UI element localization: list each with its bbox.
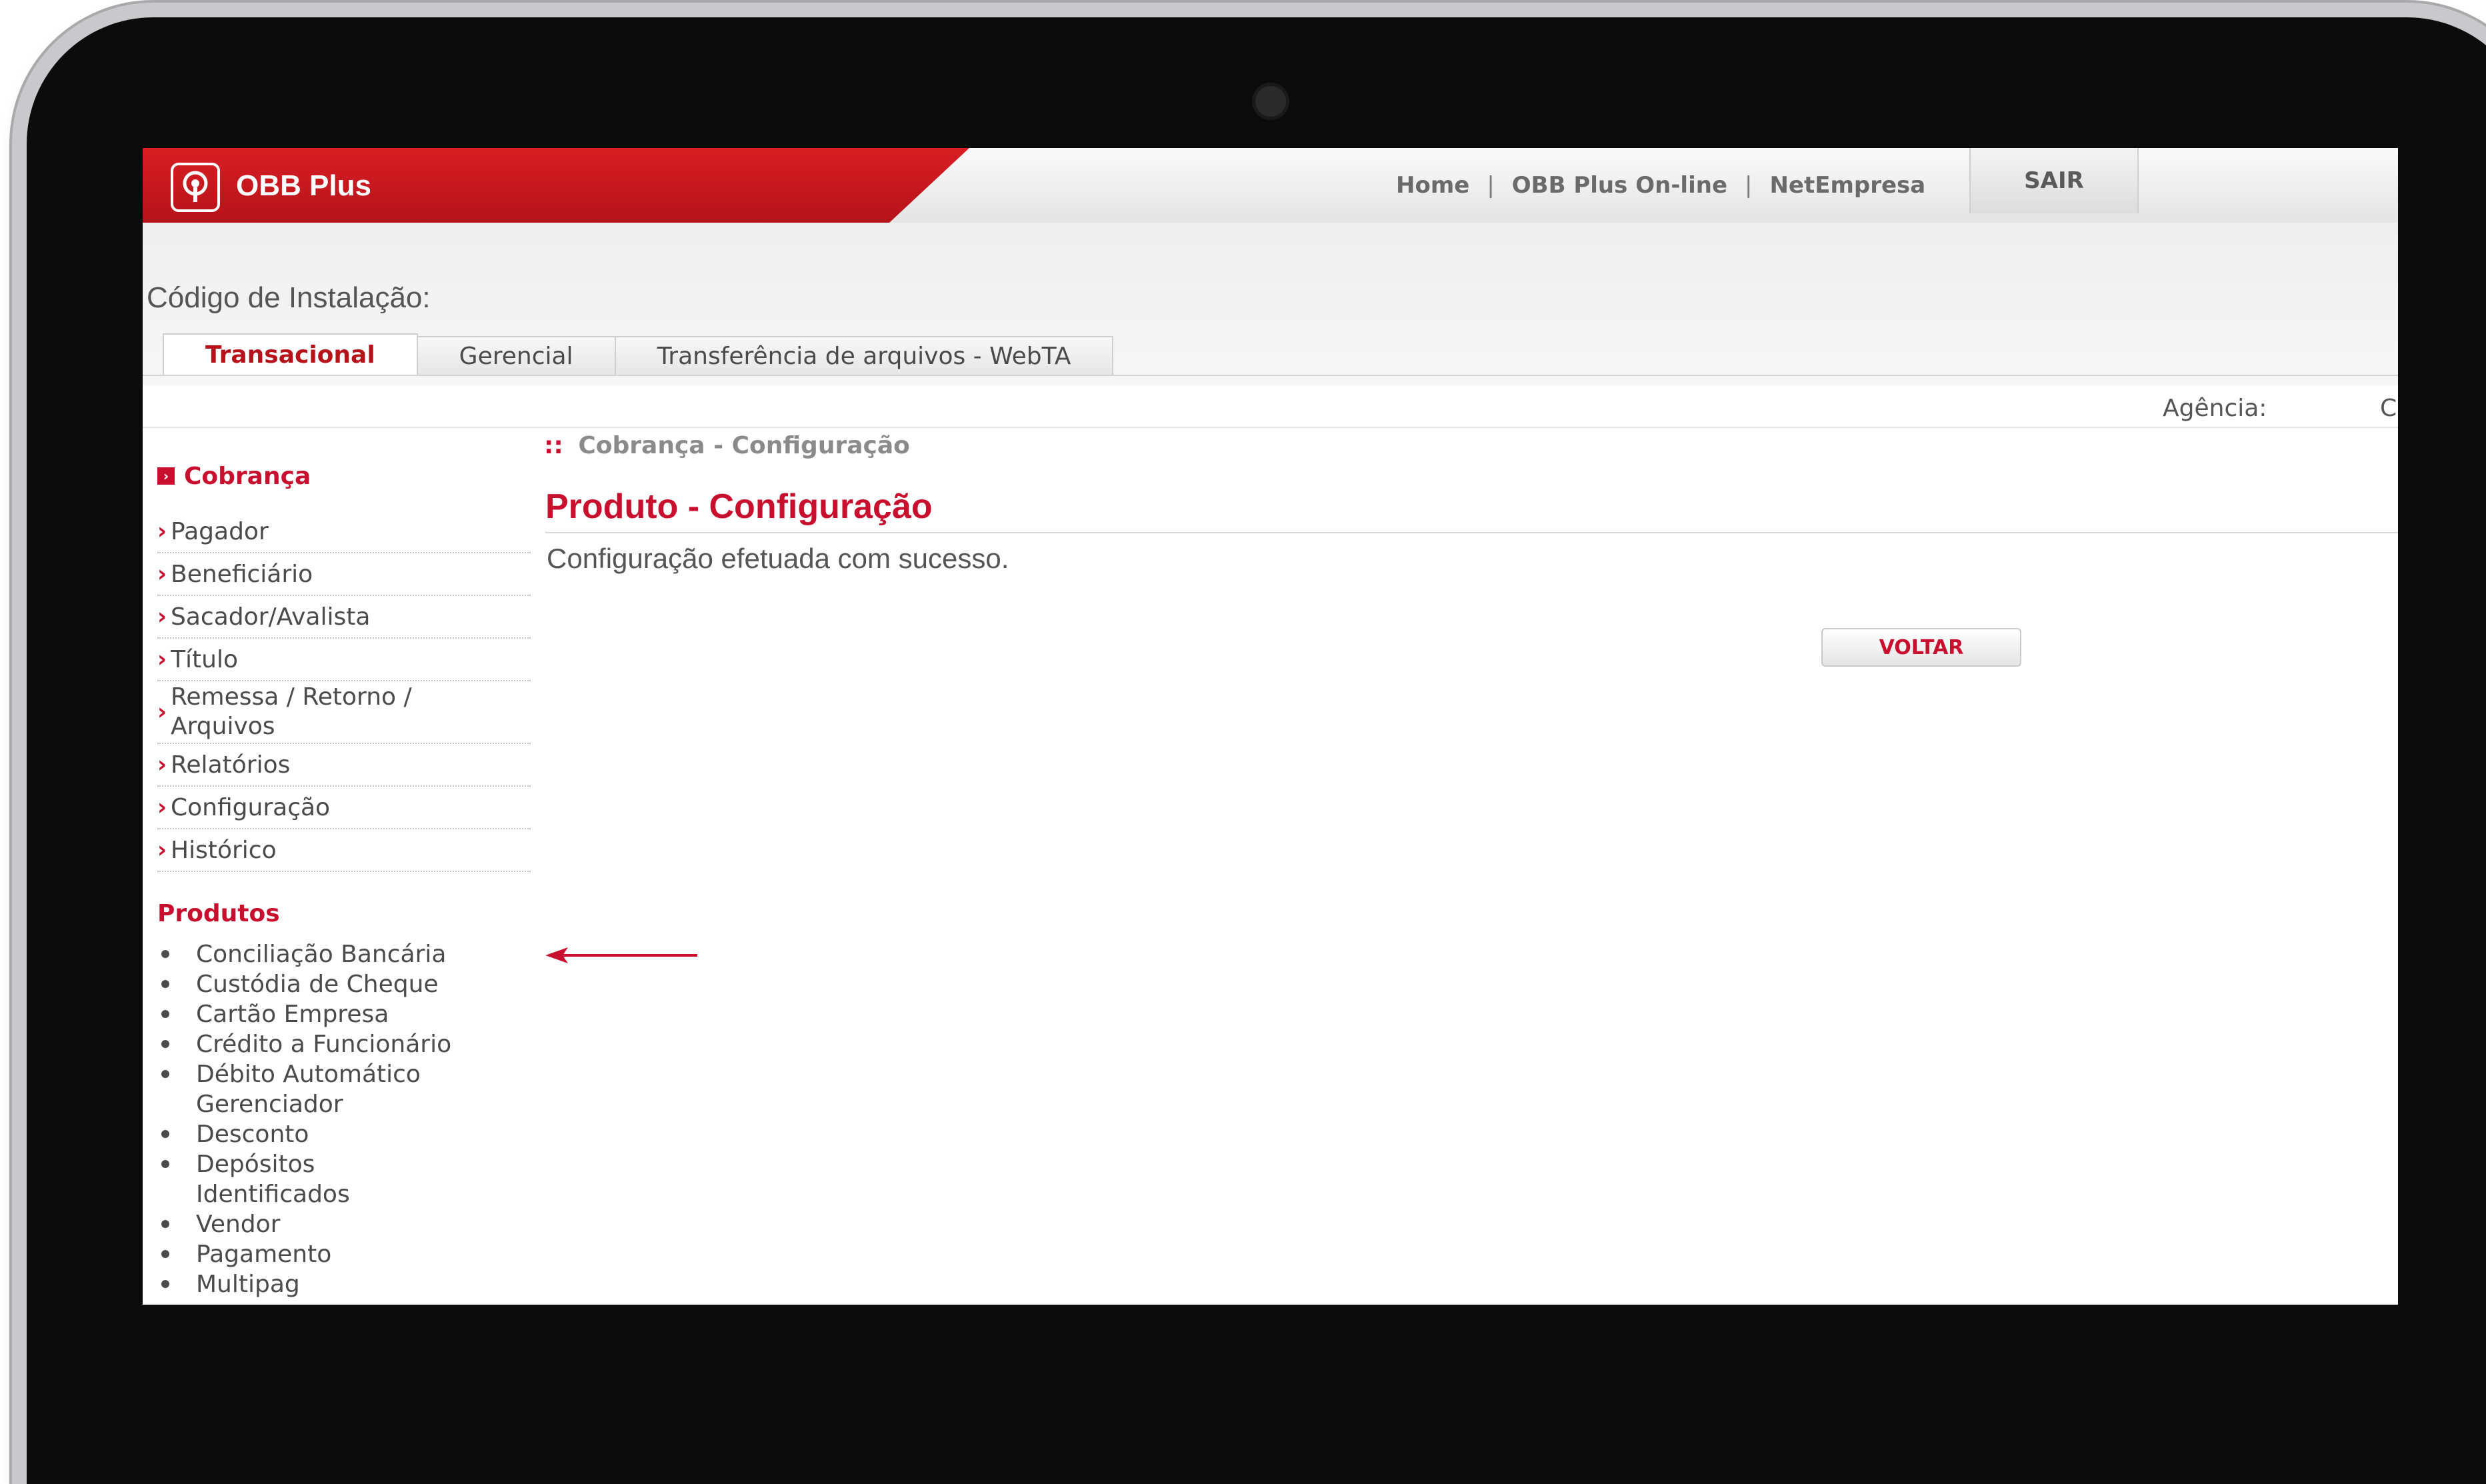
product-credito-a-funcionario[interactable]: Crédito a Funcionário [157,1029,531,1059]
install-code-label: Código de Instalação: [147,281,431,314]
sidebar-item-configuracao[interactable]: › Configuração [157,787,531,829]
sidebar-item-label: Configuração [171,793,331,821]
tab-gerencial[interactable]: Gerencial [416,336,616,375]
product-debito-automatico[interactable]: Débito Automático Gerenciador [157,1059,483,1119]
sidebar-item-beneficiario[interactable]: › Beneficiário [157,553,531,596]
logout-button[interactable]: SAIR [1969,148,2139,213]
page-title: Produto - Configuração [545,487,933,526]
product-depositos-identificados[interactable]: Depósitos Identificados [157,1149,423,1209]
sidebar-item-label: Título [171,645,238,673]
chevron-right-icon: › [157,561,167,587]
sidebar-item-pagador[interactable]: › Pagador [157,511,531,553]
product-multipag[interactable]: Multipag [157,1269,531,1299]
sidebar-item-label: Histórico [171,836,277,864]
nav-separator: | [1745,172,1753,199]
top-nav: Home | OBB Plus On-line | NetEmpresa [1396,172,1925,199]
camera-icon [1252,83,1289,120]
product-pagamento[interactable]: Pagamento [157,1239,531,1269]
tab-transacional[interactable]: Transacional [163,333,418,375]
sidebar: › Cobrança › Pagador › Beneficiário › Sa… [157,455,531,1299]
obb-logo-icon[interactable] [171,163,220,212]
nav-netempresa-link[interactable]: NetEmpresa [1769,172,1925,199]
product-vendor[interactable]: Vendor [157,1209,531,1239]
breadcrumb-marker-icon: :: [544,432,563,459]
chevron-right-icon: › [157,837,167,863]
brand-name[interactable]: OBB Plus [236,169,371,203]
chevron-right-icon: › [157,699,167,725]
product-desconto[interactable]: Desconto [157,1119,531,1149]
sidebar-item-titulo[interactable]: › Título [157,639,531,681]
content-divider [143,427,2398,428]
tab-divider [143,375,2398,376]
brand-bar: OBB Plus [143,148,969,223]
breadcrumb: :: Cobrança - Configuração [544,432,910,459]
products-title: Produtos [157,900,280,927]
sidebar-item-label: Pagador [171,517,269,545]
section-bullet-icon: › [157,467,175,485]
product-custodia-de-cheque[interactable]: Custódia de Cheque [157,969,531,999]
sidebar-section-title[interactable]: › Cobrança [157,455,531,497]
nav-home-link[interactable]: Home [1396,172,1469,199]
product-cartao-empresa[interactable]: Cartão Empresa [157,999,531,1029]
sidebar-item-relatorios[interactable]: › Relatórios [157,744,531,787]
tab-bar: Transacional Gerencial Transferência de … [163,333,1114,375]
sidebar-item-label: Sacador/Avalista [171,603,371,631]
back-button[interactable]: VOLTAR [1821,628,2021,667]
sidebar-item-label: Relatórios [171,751,291,779]
nav-separator: | [1487,172,1495,199]
chevron-right-icon: › [157,646,167,673]
chevron-right-icon: › [157,751,167,778]
product-conciliacao-bancaria[interactable]: Conciliação Bancária [157,939,531,969]
browser-screen: OBB Plus Home | OBB Plus On-line | NetEm… [143,148,2398,1305]
tab-webta[interactable]: Transferência de arquivos - WebTA [614,336,1114,375]
success-message: Configuração efetuada com sucesso. [547,543,1009,574]
chevron-right-icon: › [157,603,167,630]
breadcrumb-text: Cobrança - Configuração [578,432,910,459]
chevron-right-icon: › [157,518,167,545]
agencia-value: C [2380,395,2397,422]
sidebar-item-sacador-avalista[interactable]: › Sacador/Avalista [157,596,531,639]
sidebar-section-label: Cobrança [184,462,311,490]
title-divider [545,532,2398,533]
chevron-right-icon: › [157,794,167,821]
nav-obb-online-link[interactable]: OBB Plus On-line [1512,172,1727,199]
sidebar-item-remessa-retorno[interactable]: › Remessa / Retorno / Arquivos [157,681,531,744]
sidebar-item-historico[interactable]: › Histórico [157,829,531,872]
products-list: Conciliação Bancária Custódia de Cheque … [157,939,531,1299]
sidebar-item-label: Beneficiário [171,560,313,588]
agencia-label: Agência: [2163,395,2267,422]
sidebar-item-label: Remessa / Retorno / Arquivos [171,683,412,740]
arrow-left-icon [545,947,697,963]
